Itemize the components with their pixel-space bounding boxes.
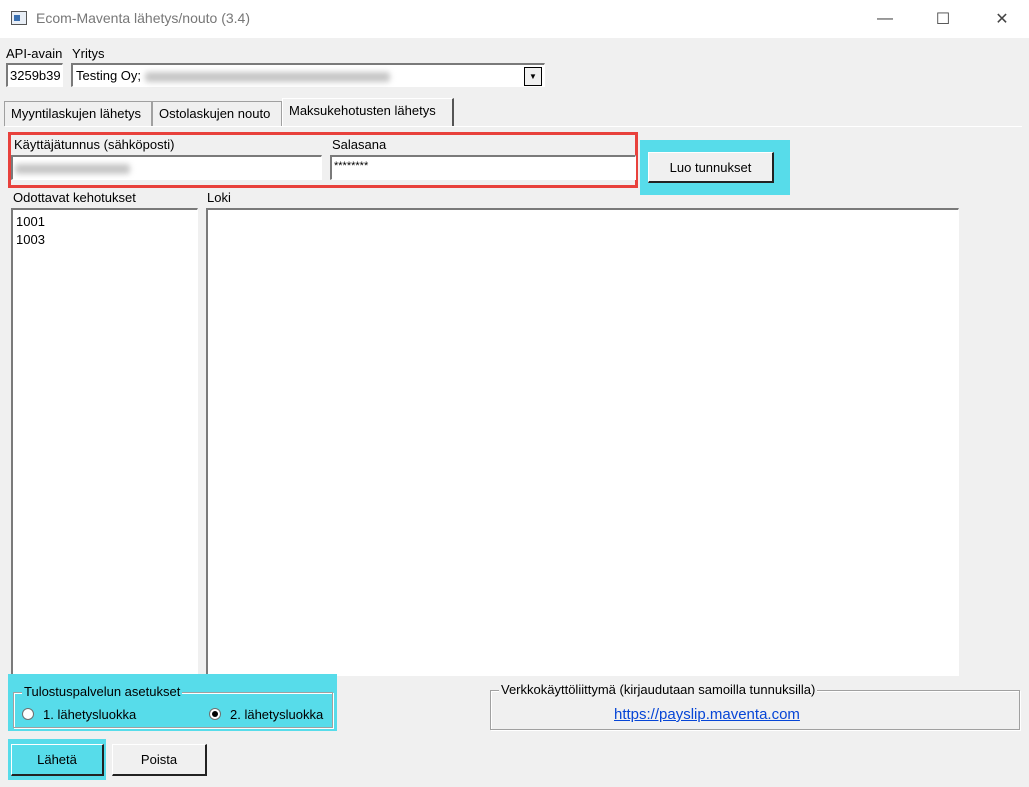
maximize-icon[interactable]: ☐ xyxy=(920,0,966,38)
tab-purchase-invoices[interactable]: Ostolaskujen nouto xyxy=(152,101,282,126)
pending-list[interactable]: 1001 1003 xyxy=(11,208,198,676)
username-label: Käyttäjätunnus (sähköposti) xyxy=(14,137,175,152)
radio-class-2-label[interactable]: 2. lähetysluokka xyxy=(230,707,323,722)
radio-class-1-label[interactable]: 1. lähetysluokka xyxy=(43,707,136,722)
log-label: Loki xyxy=(207,190,231,205)
app-window-icon xyxy=(11,11,27,25)
chevron-down-icon[interactable]: ▼ xyxy=(524,67,542,86)
maventa-link[interactable]: https://payslip.maventa.com xyxy=(614,706,800,723)
company-label: Yritys xyxy=(72,46,105,61)
company-value: Testing Oy; xyxy=(76,68,142,83)
redacted-email xyxy=(15,163,130,174)
title-bar: Ecom-Maventa lähetys/nouto (3.4) — ☐ ✕ xyxy=(0,0,1029,38)
password-value: ******** xyxy=(334,160,369,172)
send-button[interactable]: Lähetä xyxy=(11,744,104,776)
minimize-icon[interactable]: — xyxy=(862,0,908,38)
username-field[interactable] xyxy=(11,155,322,180)
company-select[interactable]: Testing Oy; ▼ xyxy=(71,63,545,87)
web-ui-title: Verkkokäyttöliittymä (kirjaudutaan samoi… xyxy=(499,682,818,697)
list-item[interactable]: 1003 xyxy=(16,231,194,249)
tab-sales-invoices[interactable]: Myyntilaskujen lähetys xyxy=(4,101,152,126)
close-icon[interactable]: ✕ xyxy=(979,0,1025,38)
api-key-field[interactable]: 3259b39 xyxy=(6,63,63,87)
print-settings-title: Tulostuspalvelun asetukset xyxy=(22,684,183,699)
api-key-value: 3259b39 xyxy=(10,68,61,83)
api-key-label: API-avain xyxy=(6,46,63,61)
window-title: Ecom-Maventa lähetys/nouto (3.4) xyxy=(36,10,250,26)
radio-class-2[interactable] xyxy=(209,708,221,720)
pending-label: Odottavat kehotukset xyxy=(13,190,136,205)
radio-class-1[interactable] xyxy=(22,708,34,720)
password-field[interactable]: ******** xyxy=(330,155,636,180)
create-credentials-button[interactable]: Luo tunnukset xyxy=(648,152,774,183)
redacted-company-id xyxy=(144,71,390,82)
list-item[interactable]: 1001 xyxy=(16,213,194,231)
tab-panel-border xyxy=(5,126,1022,127)
tab-payment-reminders[interactable]: Maksukehotusten lähetys xyxy=(282,98,454,127)
password-label: Salasana xyxy=(332,137,387,152)
log-area[interactable] xyxy=(206,208,959,676)
delete-button[interactable]: Poista xyxy=(112,744,207,776)
